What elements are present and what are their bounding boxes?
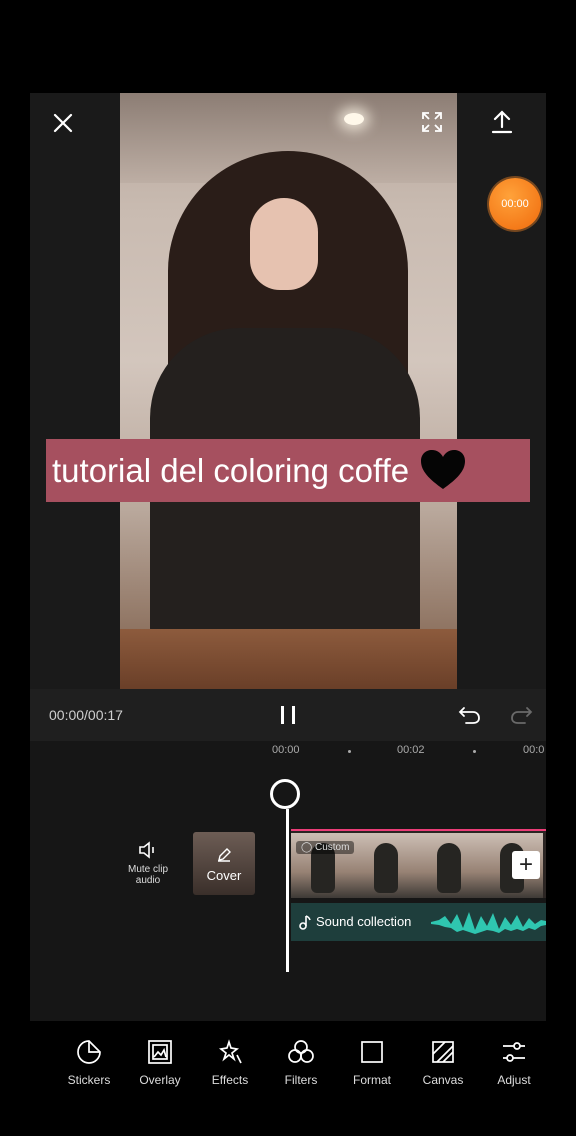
clip-thumbnail — [354, 833, 417, 898]
fullscreen-button[interactable] — [418, 108, 446, 136]
add-clip-button[interactable]: + — [512, 851, 540, 879]
tool-label: Adjust — [497, 1073, 531, 1087]
effects-icon — [218, 1039, 242, 1064]
undo-button[interactable] — [456, 702, 484, 728]
video-lamp — [344, 113, 364, 125]
ruler-tick: 00:0 — [523, 744, 545, 756]
caption-overlay[interactable]: tutorial del coloring coffe — [46, 439, 530, 502]
waveform — [431, 912, 546, 934]
tool-label: Effects — [211, 1073, 249, 1087]
filters-icon — [288, 1040, 314, 1063]
tool-canvas[interactable]: Canvas — [408, 1039, 478, 1087]
caption-text: tutorial del coloring coffe — [52, 451, 410, 489]
plus-icon: + — [518, 851, 533, 878]
video-clip-track[interactable]: ◯ Custom — [291, 829, 546, 898]
mute-clip-audio-button[interactable]: Mute clip audio — [118, 840, 178, 886]
timer-badge[interactable]: 00:00 — [489, 178, 541, 230]
tool-format[interactable]: Format — [337, 1039, 407, 1087]
tool-stickers[interactable]: Stickers — [54, 1039, 124, 1087]
tool-label: Stickers — [67, 1073, 111, 1087]
close-button[interactable] — [48, 108, 78, 138]
cover-label: Cover — [206, 868, 242, 883]
redo-icon — [511, 707, 533, 724]
ruler-tick: 00:00 — [272, 744, 300, 756]
tool-effects[interactable]: Effects — [195, 1039, 265, 1087]
overlay-icon — [148, 1040, 172, 1064]
sound-label: Sound collection — [316, 914, 412, 929]
custom-tag: ◯ Custom — [296, 841, 355, 854]
canvas-icon — [432, 1041, 454, 1063]
pause-icon — [281, 706, 295, 724]
upload-icon — [491, 110, 513, 134]
tool-label: Overlay — [139, 1073, 181, 1087]
video-person-face — [250, 198, 318, 290]
pause-button[interactable] — [274, 703, 302, 727]
close-icon — [53, 113, 73, 133]
sticker-icon — [77, 1040, 101, 1064]
bottom-toolbar: Stickers Overlay Effects Filters Format … — [30, 1021, 546, 1136]
pencil-icon — [218, 848, 231, 862]
tool-adjust[interactable]: Adjust — [479, 1039, 549, 1087]
clip-thumbnail — [417, 833, 480, 898]
playback-bar: 00:00/00:17 — [30, 689, 546, 741]
tool-overlay[interactable]: Overlay — [125, 1039, 195, 1087]
playhead-line — [286, 809, 289, 972]
music-note-icon — [299, 915, 311, 930]
check-circle-icon: ◯ — [301, 842, 313, 853]
custom-tag-label: Custom — [314, 842, 350, 853]
cover-button[interactable]: Cover — [193, 832, 255, 895]
time-ruler: 00:00 00:02 00:0 — [30, 741, 546, 769]
mute-clip-audio-label: Mute clip audio — [127, 864, 168, 886]
video-floor — [120, 629, 457, 689]
fullscreen-icon — [422, 112, 442, 132]
playhead-handle[interactable] — [270, 779, 300, 809]
ruler-tick: 00:02 — [397, 744, 425, 756]
speaker-icon — [139, 841, 154, 859]
redo-button[interactable] — [507, 702, 535, 728]
playback-time: 00:00/00:17 — [49, 707, 123, 723]
sound-track[interactable]: Sound collection — [291, 903, 546, 941]
ruler-dot — [473, 750, 476, 753]
export-button[interactable] — [487, 107, 517, 137]
video-preview[interactable] — [120, 93, 457, 689]
undo-icon — [458, 707, 480, 724]
ruler-dot — [348, 750, 351, 753]
black-heart-icon — [421, 449, 466, 489]
tool-filters[interactable]: Filters — [266, 1039, 336, 1087]
format-icon — [361, 1041, 383, 1063]
tool-label: Format — [352, 1073, 391, 1087]
adjust-icon — [503, 1042, 525, 1062]
tool-label: Canvas — [422, 1073, 464, 1087]
tool-label: Filters — [284, 1073, 318, 1087]
